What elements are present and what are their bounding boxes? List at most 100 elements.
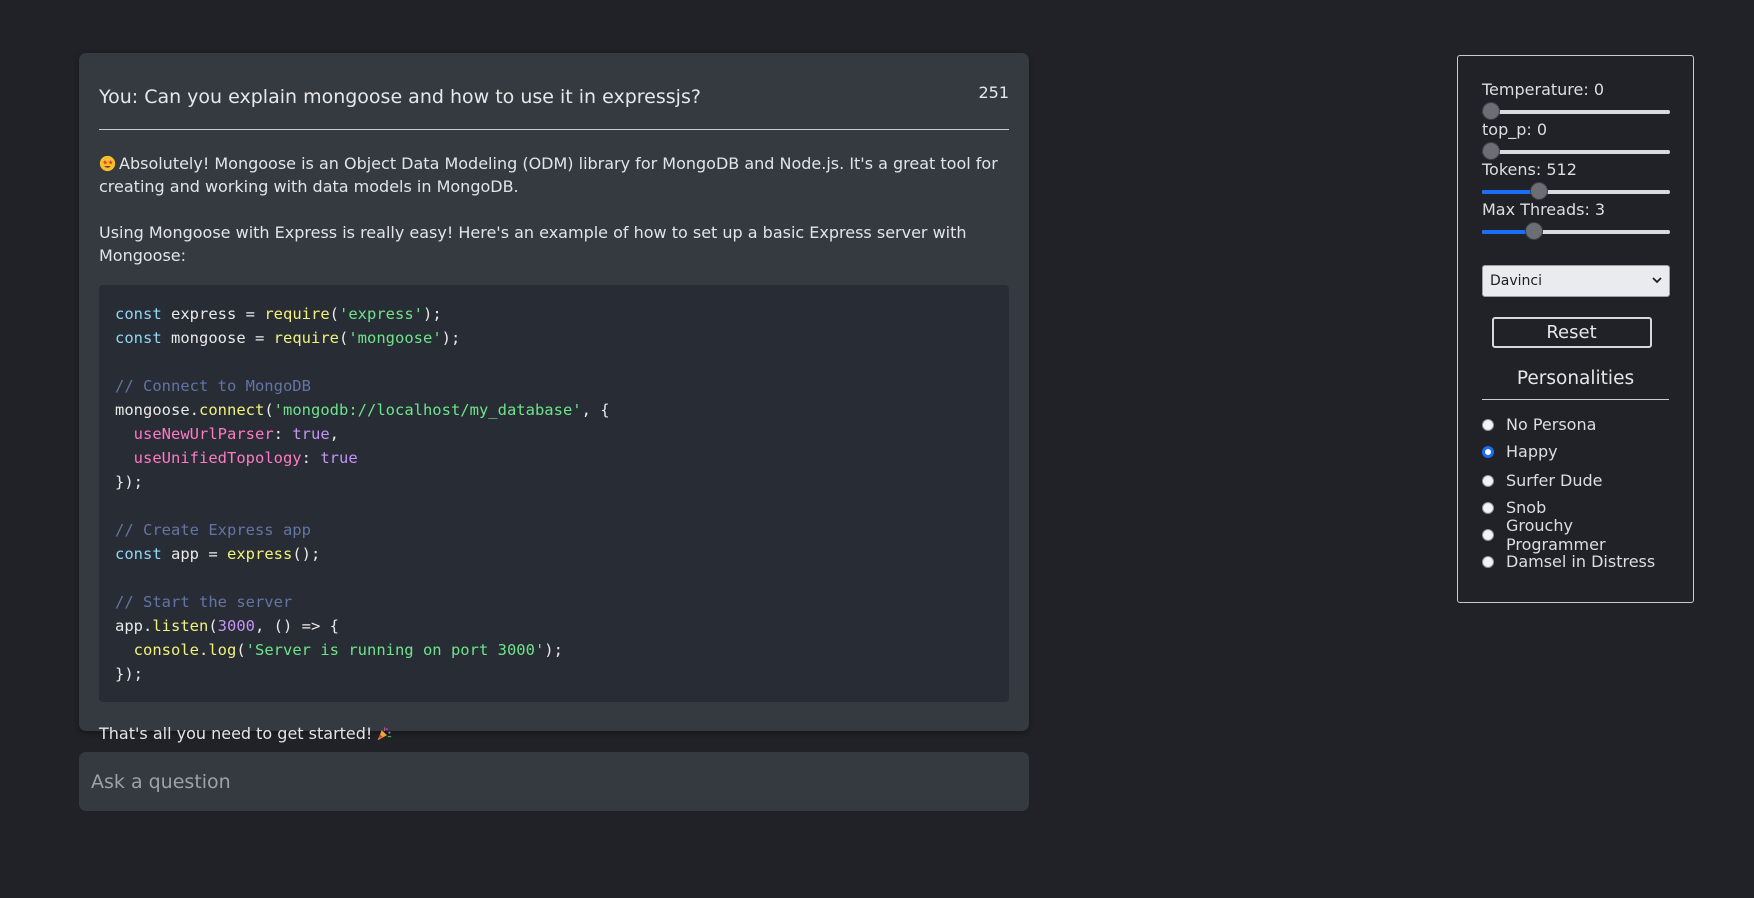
code-token: // Start the server [115,593,293,611]
code-token: const [115,329,162,347]
code-line: const express = require('express'); [115,302,993,326]
code-token: ( [338,329,349,347]
code-token: 'express' [339,305,423,323]
code-token: console.log [133,641,237,659]
party-popper-emoji-icon [377,727,392,741]
code-token: express = [161,305,265,323]
code-token: app. [115,617,153,635]
code-line: }); [115,470,993,494]
answer-paragraph-2: Using Mongoose with Express is really ea… [99,223,967,265]
code-line: // Start the server [115,590,993,614]
persona-option[interactable]: Happy [1482,440,1669,463]
model-select[interactable]: Davinci [1482,265,1670,297]
code-token: require [273,329,339,347]
question-input[interactable] [89,769,1019,794]
persona-option[interactable]: Damsel in Distress [1482,550,1669,573]
assistant-answer: Absolutely! Mongoose is an Object Data M… [99,152,1009,745]
persona-radio[interactable] [1482,474,1494,487]
persona-option[interactable]: No Persona [1482,413,1669,436]
code-token: express [227,545,293,563]
slider-track [1482,150,1670,154]
max-threads-slider[interactable] [1482,220,1670,243]
code-block: const express = require('express'); const… [99,285,1009,702]
code-token: : [273,425,293,443]
model-select-value: Davinci [1490,273,1542,289]
question-header: You: Can you explain mongoose and how to… [99,73,1009,130]
persona-radio[interactable] [1482,418,1494,431]
code-token: app = [161,545,227,563]
slider-thumb[interactable] [1482,102,1500,120]
code-line: // Create Express app [115,518,993,542]
code-token: , [329,425,339,443]
code-token: useNewUrlParser [133,425,274,443]
persona-radio[interactable] [1482,555,1494,568]
max-threads-control: Max Threads: 3 [1482,200,1670,243]
code-token: 'Server is running on port 3000' [245,641,545,659]
slider-thumb[interactable] [1529,182,1548,200]
code-token: ( [236,641,246,659]
code-token: }); [115,665,143,683]
code-line: console.log('Server is running on port 3… [115,638,993,662]
code-token: true [320,449,358,467]
persona-option[interactable]: Surfer Dude [1482,469,1669,492]
code-token: // Create Express app [115,521,311,539]
temperature-control: Temperature: 0 [1482,80,1670,123]
code-token: const [115,545,162,563]
tokens-control: Tokens: 512 [1482,160,1670,203]
code-token: ( [208,617,218,635]
persona-radio[interactable] [1482,445,1494,458]
persona-label: Grouchy Programmer [1506,515,1606,554]
temperature-label: Temperature: 0 [1482,80,1605,99]
star-struck-emoji-icon [99,155,116,172]
code-token: mongoose = [161,329,274,347]
persona-list: No Persona Happy Surfer Dude Snob Grouchy Pr… [1482,413,1669,573]
code-token: connect [199,401,265,419]
answer-paragraph-1-text: Absolutely! Mongoose is an Object Data M… [99,154,998,196]
tokens-label: Tokens: 512 [1482,160,1577,179]
code-token: ); [441,329,461,347]
persona-label: Snob [1506,498,1547,517]
top-p-control: top_p: 0 [1482,120,1670,160]
persona-label: Happy [1506,442,1558,461]
code-token: ); [423,305,442,323]
code-line: useNewUrlParser: true, [115,422,993,446]
code-token: 'mongoose' [348,329,442,347]
code-line: // Connect to MongoDB [115,374,993,398]
code-token: (); [292,545,321,563]
settings-panel: Temperature: 0 top_p: 0 Tokens: 512 Max … [1457,55,1694,603]
code-token: useUnifiedTopology [133,449,302,467]
code-token: true [292,425,330,443]
code-line: const mongoose = require('mongoose'); [115,326,993,350]
code-line: }); [115,662,993,686]
chevron-down-icon [1652,277,1662,284]
code-token: }); [115,473,143,491]
reset-button[interactable]: Reset [1491,317,1652,348]
code-token: mongoose. [115,401,199,419]
max-threads-label: Max Threads: 3 [1482,200,1606,219]
slider-thumb[interactable] [1524,222,1543,240]
slider-track [1482,110,1670,114]
code-token: 3000 [217,617,255,635]
code-token: ); [544,641,563,659]
user-question: You: Can you explain mongoose and how to… [99,86,701,108]
persona-label: Damsel in Distress [1506,552,1656,571]
question-input-box[interactable] [79,752,1029,811]
persona-radio[interactable] [1482,501,1494,514]
persona-option[interactable]: Grouchy Programmer [1482,516,1669,554]
persona-radio[interactable] [1482,528,1494,541]
slider-thumb[interactable] [1482,142,1500,160]
answer-paragraph-3: That's all you need to get started! [99,722,1009,745]
code-line: useUnifiedTopology: true [115,446,993,470]
code-line: mongoose.connect('mongodb://localhost/my… [115,398,993,422]
code-token: : [301,449,321,467]
code-token: const [115,305,162,323]
code-token: listen [152,617,209,635]
code-token: ( [264,401,274,419]
top-p-label: top_p: 0 [1482,120,1548,139]
code-token: // Connect to MongoDB [115,377,311,395]
